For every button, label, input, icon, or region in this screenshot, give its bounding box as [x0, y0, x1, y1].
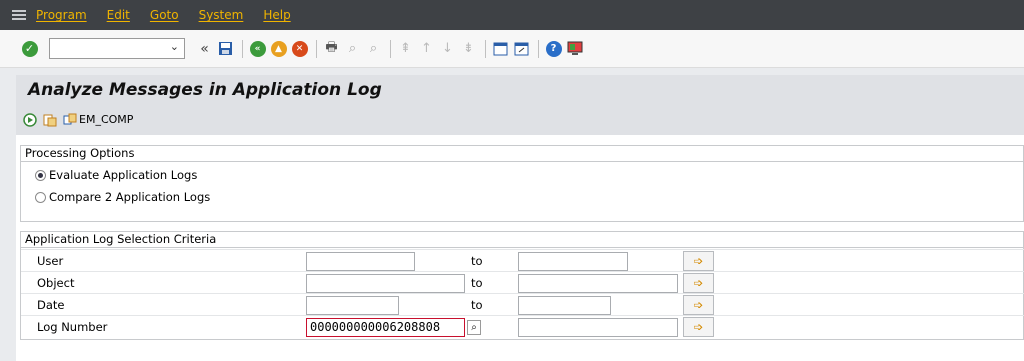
multiple-selection-button[interactable]: ➩ — [683, 273, 714, 293]
system-menu-icon[interactable] — [12, 10, 26, 20]
title-bar: Analyze Messages in Application Log — [16, 75, 1024, 104]
page-title: Analyze Messages in Application Log — [28, 79, 382, 100]
exit-icon: ▲ — [270, 40, 287, 57]
monitor-icon — [567, 41, 582, 55]
criteria-row-date: Date to ➩ — [21, 293, 1024, 315]
cancel-icon: ✕ — [291, 40, 308, 57]
back-icon: « — [249, 40, 266, 57]
log-number-to-field[interactable] — [518, 318, 678, 337]
to-label: to — [471, 276, 483, 290]
search-icon: ⌕ — [471, 322, 477, 333]
processing-options-header: Processing Options — [21, 146, 1023, 162]
menu-help[interactable]: Help — [263, 8, 290, 22]
find-next-button[interactable]: ⌕ — [364, 39, 383, 58]
search-help-button[interactable]: ⌕ — [467, 320, 481, 335]
row-label: Object — [37, 276, 75, 290]
command-field[interactable]: ⌄ — [49, 38, 185, 59]
new-session-icon — [493, 42, 508, 55]
criteria-row-user: User to ➩ — [21, 249, 1024, 271]
selection-criteria-header: Application Log Selection Criteria — [21, 232, 1023, 248]
radio-evaluate-logs[interactable]: Evaluate Application Logs — [35, 168, 197, 182]
radio-label: Evaluate Application Logs — [49, 168, 198, 182]
row-label: Log Number — [37, 320, 108, 334]
multiple-selection-button[interactable]: ➩ — [683, 317, 714, 337]
main-content: Processing Options Evaluate Application … — [16, 135, 1024, 361]
save-icon — [219, 42, 232, 55]
toolbar-separator — [538, 39, 539, 58]
radio-compare-logs[interactable]: Compare 2 Application Logs — [35, 190, 210, 204]
checkmark-icon: ✓ — [21, 40, 38, 57]
row-label: User — [37, 254, 64, 268]
criteria-row-object: Object to ➩ — [21, 271, 1024, 293]
toolbar-separator — [485, 39, 486, 58]
em-comp-icon — [62, 112, 78, 128]
to-label: to — [471, 298, 483, 312]
date-to-field[interactable] — [518, 296, 611, 315]
menu-edit[interactable]: Edit — [107, 8, 130, 22]
execute-icon — [23, 112, 37, 127]
radio-selected-icon[interactable] — [35, 169, 46, 181]
variant-button[interactable] — [42, 112, 58, 128]
object-to-field[interactable] — [518, 274, 678, 293]
date-from-field[interactable] — [306, 296, 399, 315]
standard-toolbar: ✓ ⌄ « « ▲ ✕ 🖶 ⌕ ⌕ ⇞ ↑ ↓ ⇟ ? — [0, 30, 1024, 68]
shortcut-button[interactable] — [512, 39, 531, 58]
print-button[interactable]: 🖶 — [322, 39, 341, 58]
menu-system[interactable]: System — [199, 8, 244, 22]
toolbar-separator — [316, 39, 317, 58]
user-from-field[interactable] — [306, 252, 415, 271]
to-label: to — [471, 254, 483, 268]
new-session-button[interactable] — [491, 39, 510, 58]
collapse-command-button[interactable]: « — [195, 39, 214, 58]
save-button[interactable] — [216, 39, 235, 58]
arrow-right-icon: ➩ — [693, 254, 704, 268]
em-comp-button[interactable]: EM_COMP — [79, 113, 133, 126]
next-page-button[interactable]: ↓ — [438, 39, 457, 58]
multiple-selection-button[interactable]: ➩ — [683, 295, 714, 315]
arrow-right-icon: ➩ — [693, 320, 704, 334]
criteria-row-log-number: Log Number 000000000006208808 ⌕ ➩ — [21, 315, 1024, 337]
customize-layout-button[interactable] — [565, 39, 584, 58]
arrow-right-icon: ➩ — [693, 298, 704, 312]
shortcut-icon — [514, 42, 529, 55]
enter-button[interactable]: ✓ — [20, 39, 39, 58]
first-page-button[interactable]: ⇞ — [396, 39, 415, 58]
previous-page-button[interactable]: ↑ — [417, 39, 436, 58]
menu-bar: Program Edit Goto System Help — [0, 0, 1024, 30]
radio-label: Compare 2 Application Logs — [49, 190, 211, 204]
log-number-from-field[interactable]: 000000000006208808 — [306, 318, 465, 337]
user-to-field[interactable] — [518, 252, 628, 271]
variant-icon — [43, 114, 57, 126]
row-label: Date — [37, 298, 65, 312]
cancel-button[interactable]: ✕ — [290, 39, 309, 58]
application-toolbar: EM_COMP — [16, 104, 1024, 135]
find-button[interactable]: ⌕ — [343, 39, 362, 58]
processing-options-group: Processing Options Evaluate Application … — [20, 145, 1024, 222]
help-icon: ? — [545, 40, 562, 57]
selection-criteria-group: Application Log Selection Criteria User … — [20, 231, 1024, 340]
execute-button[interactable] — [22, 112, 38, 128]
object-from-field[interactable] — [306, 274, 465, 293]
arrow-right-icon: ➩ — [693, 276, 704, 290]
radio-unselected-icon[interactable] — [35, 191, 46, 203]
last-page-button[interactable]: ⇟ — [459, 39, 478, 58]
exit-button[interactable]: ▲ — [269, 39, 288, 58]
chevron-down-icon[interactable]: ⌄ — [170, 40, 179, 53]
toolbar-separator — [242, 39, 243, 58]
multiple-selection-button[interactable]: ➩ — [683, 251, 714, 271]
menu-goto[interactable]: Goto — [150, 8, 179, 22]
toolbar-separator — [390, 39, 391, 58]
help-button[interactable]: ? — [544, 39, 563, 58]
back-button[interactable]: « — [248, 39, 267, 58]
menu-program[interactable]: Program — [36, 8, 87, 22]
